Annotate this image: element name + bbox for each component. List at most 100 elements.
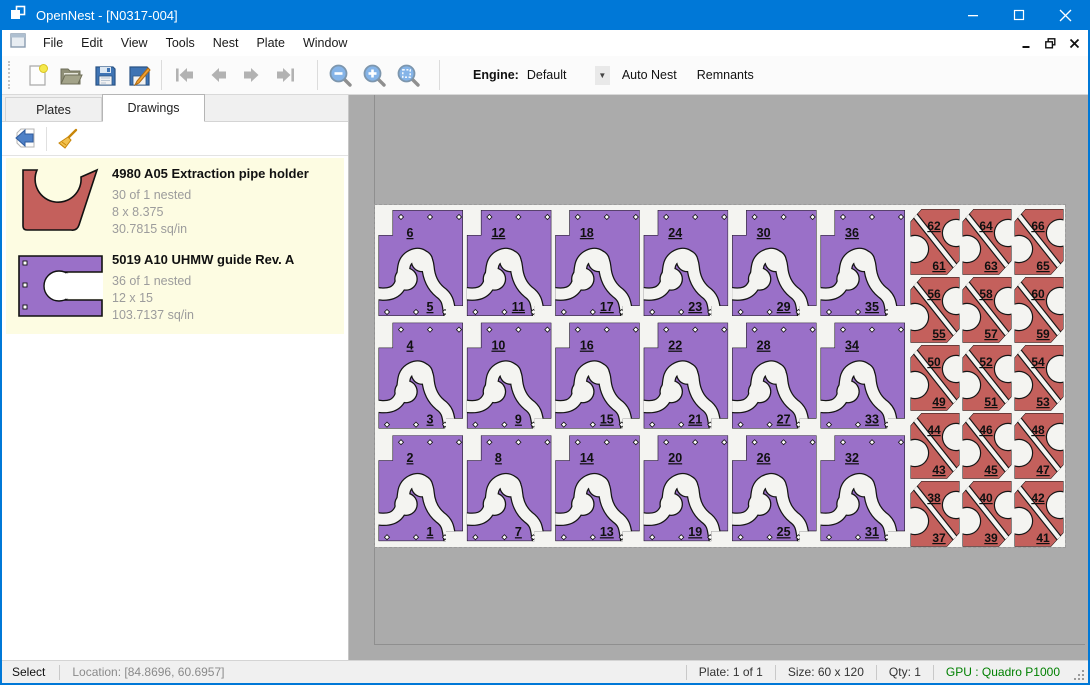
go-next-icon[interactable] <box>235 59 269 91</box>
status-plate-count: Plate: 1 of 1 <box>687 665 775 679</box>
svg-text:20: 20 <box>668 451 682 465</box>
maximize-button-icon[interactable] <box>996 0 1042 30</box>
app-icon <box>10 5 27 26</box>
svg-text:63: 63 <box>984 259 998 273</box>
svg-text:57: 57 <box>984 327 998 341</box>
save-as-icon[interactable] <box>122 59 156 91</box>
drawing-area: 103.7137 sq/in <box>112 307 294 324</box>
go-previous-icon[interactable] <box>201 59 235 91</box>
svg-text:27: 27 <box>777 413 791 427</box>
svg-text:59: 59 <box>1036 327 1050 341</box>
svg-text:60: 60 <box>1031 287 1045 301</box>
menu-bar: File Edit View Tools Nest Plate Window <box>2 30 1088 56</box>
svg-text:54: 54 <box>1031 355 1045 369</box>
title-bar: OpenNest - [N0317-004] <box>2 0 1088 30</box>
engine-select[interactable]: Default <box>527 68 595 82</box>
selected-drawings-block: 4980 A05 Extraction pipe holder 30 of 1 … <box>6 158 344 334</box>
svg-text:16: 16 <box>580 339 594 353</box>
mdi-close-icon[interactable] <box>1064 34 1085 52</box>
svg-text:38: 38 <box>927 491 941 505</box>
drawing-area: 30.7815 sq/in <box>112 221 309 238</box>
svg-text:40: 40 <box>979 491 993 505</box>
svg-text:15: 15 <box>600 413 614 427</box>
engine-dropdown-icon[interactable]: ▼ <box>595 66 610 85</box>
svg-text:12: 12 <box>491 226 505 240</box>
svg-text:14: 14 <box>580 451 594 465</box>
sidebar: Plates Drawings <box>2 95 349 660</box>
mdi-document-icon[interactable] <box>10 33 26 53</box>
auto-nest-button[interactable]: Auto Nest <box>614 63 685 87</box>
open-file-icon[interactable] <box>54 59 88 91</box>
svg-text:32: 32 <box>845 451 859 465</box>
svg-text:45: 45 <box>984 463 998 477</box>
tab-drawings[interactable]: Drawings <box>102 94 205 122</box>
svg-text:5: 5 <box>427 300 434 314</box>
menu-file[interactable]: File <box>34 32 72 54</box>
main-toolbar: Engine: Default ▼ Auto Nest Remnants <box>2 56 1088 95</box>
minimize-button-icon[interactable] <box>950 0 996 30</box>
svg-text:49: 49 <box>932 395 946 409</box>
viewport-bottom-edge <box>374 644 1085 645</box>
menu-nest[interactable]: Nest <box>204 32 248 54</box>
svg-text:61: 61 <box>932 259 946 273</box>
svg-text:35: 35 <box>865 300 879 314</box>
toolbar-grip[interactable] <box>8 61 14 89</box>
svg-text:34: 34 <box>845 339 859 353</box>
window-title: OpenNest - [N0317-004] <box>36 8 178 23</box>
svg-text:1: 1 <box>427 525 434 539</box>
svg-text:28: 28 <box>757 339 771 353</box>
svg-text:9: 9 <box>515 413 522 427</box>
menu-plate[interactable]: Plate <box>247 32 294 54</box>
svg-text:56: 56 <box>927 287 941 301</box>
drawing-nested-count: 30 of 1 nested <box>112 187 309 204</box>
close-button-icon[interactable] <box>1042 0 1088 30</box>
svg-text:30: 30 <box>757 226 771 240</box>
clear-broom-icon[interactable] <box>53 125 83 153</box>
svg-text:17: 17 <box>600 300 614 314</box>
svg-text:58: 58 <box>979 287 993 301</box>
new-file-icon[interactable] <box>20 59 54 91</box>
status-gpu: GPU : Quadro P1000 <box>934 665 1072 679</box>
menu-window[interactable]: Window <box>294 32 356 54</box>
zoom-fit-icon[interactable] <box>391 59 425 91</box>
status-qty: Qty: 1 <box>877 665 933 679</box>
mdi-restore-icon[interactable] <box>1040 34 1061 52</box>
go-last-icon[interactable] <box>269 59 303 91</box>
svg-text:52: 52 <box>979 355 993 369</box>
menu-tools[interactable]: Tools <box>157 32 204 54</box>
save-icon[interactable] <box>88 59 122 91</box>
sidebar-tabstrip: Plates Drawings <box>2 95 348 122</box>
remnants-button[interactable]: Remnants <box>689 63 762 87</box>
go-first-icon[interactable] <box>167 59 201 91</box>
svg-text:47: 47 <box>1036 463 1050 477</box>
zoom-out-icon[interactable] <box>323 59 357 91</box>
sidebar-toolbar <box>2 122 348 156</box>
drawing-item-uhmw-guide[interactable]: 5019 A10 UHMW guide Rev. A 36 of 1 neste… <box>10 250 340 324</box>
svg-text:7: 7 <box>515 525 522 539</box>
svg-text:64: 64 <box>979 219 993 233</box>
import-arrow-icon[interactable] <box>10 125 40 153</box>
mdi-minimize-icon[interactable] <box>1016 34 1037 52</box>
resize-grip[interactable] <box>1072 668 1086 682</box>
plate-sheet[interactable]: 6512111817242330293635431091615222128273… <box>375 205 1065 547</box>
svg-text:24: 24 <box>668 226 682 240</box>
svg-text:36: 36 <box>845 226 859 240</box>
drawing-item-extraction-pipe-holder[interactable]: 4980 A05 Extraction pipe holder 30 of 1 … <box>10 164 340 238</box>
svg-text:46: 46 <box>979 423 993 437</box>
svg-text:43: 43 <box>932 463 946 477</box>
svg-text:48: 48 <box>1031 423 1045 437</box>
menu-view[interactable]: View <box>112 32 157 54</box>
status-bar: Select Location: [84.8696, 60.6957] Plat… <box>2 660 1088 683</box>
zoom-in-icon[interactable] <box>357 59 391 91</box>
nest-canvas[interactable]: 6512111817242330293635431091615222128273… <box>349 95 1088 660</box>
svg-text:42: 42 <box>1031 491 1045 505</box>
svg-text:29: 29 <box>777 300 791 314</box>
drawing-size: 12 x 15 <box>112 290 294 307</box>
svg-text:21: 21 <box>688 413 702 427</box>
svg-text:10: 10 <box>491 339 505 353</box>
status-plate-size: Size: 60 x 120 <box>776 665 876 679</box>
engine-label: Engine: <box>473 68 519 82</box>
menu-edit[interactable]: Edit <box>72 32 112 54</box>
drawing-list: 4980 A05 Extraction pipe holder 30 of 1 … <box>2 156 348 660</box>
tab-plates[interactable]: Plates <box>5 97 102 121</box>
